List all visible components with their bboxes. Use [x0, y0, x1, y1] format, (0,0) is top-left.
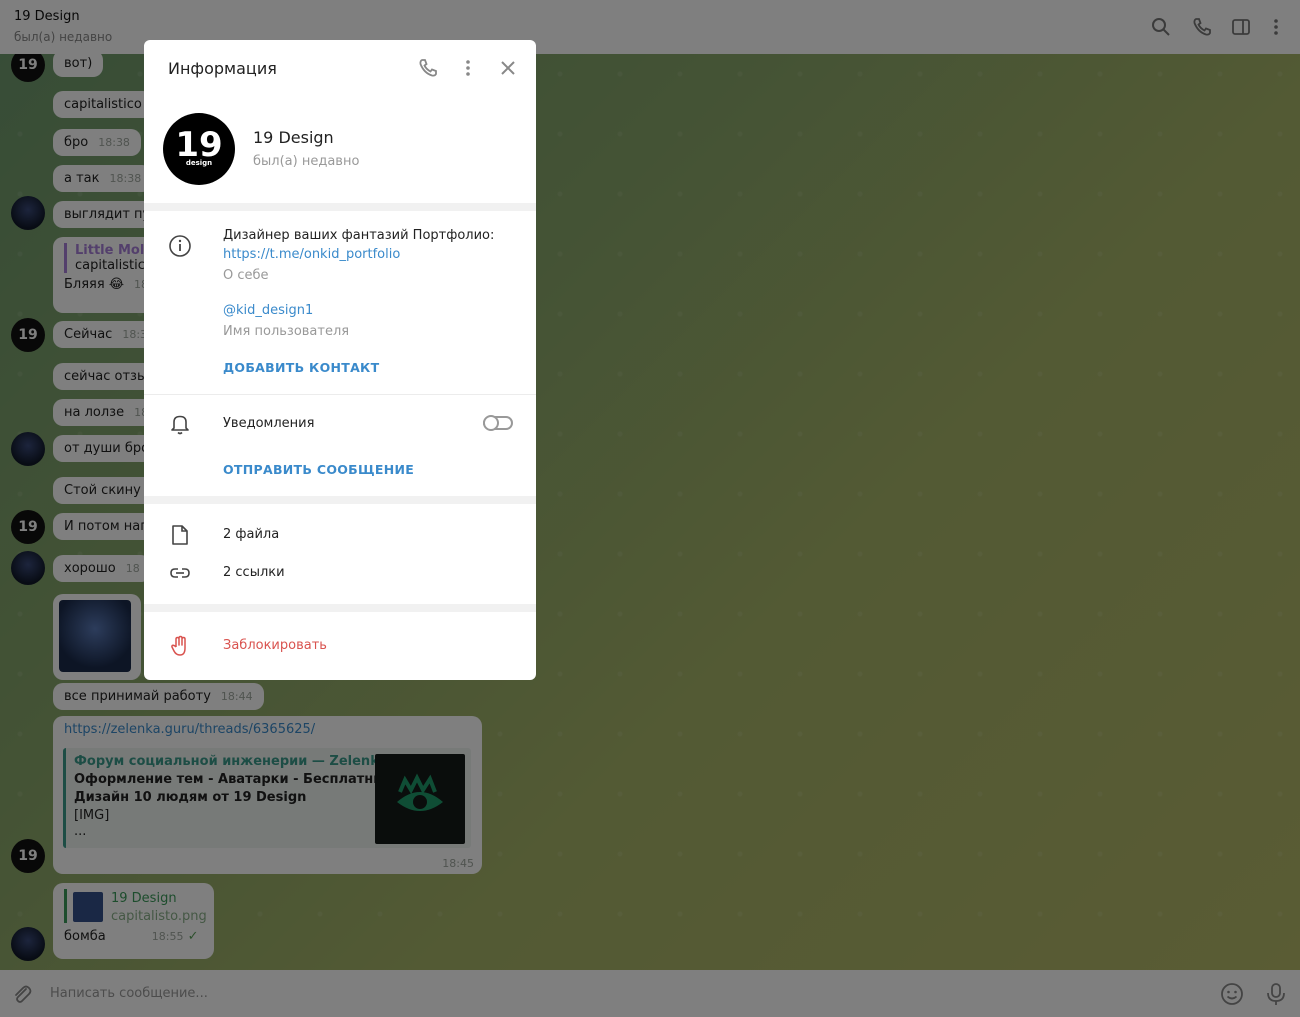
- more-vertical-icon[interactable]: [458, 58, 478, 78]
- bio-text: Дизайнер ваших фантазий Портфолио:: [223, 228, 495, 243]
- username-label: Имя пользователя: [223, 324, 350, 339]
- section-divider: [144, 604, 536, 612]
- avatar-logo-word: design: [185, 159, 213, 167]
- profile-status: был(а) недавно: [253, 154, 360, 169]
- block-button[interactable]: Заблокировать: [223, 638, 327, 653]
- username-link[interactable]: @kid_design1: [223, 303, 313, 318]
- profile-avatar[interactable]: 19 design: [163, 113, 235, 185]
- notifications-label: Уведомления: [223, 416, 315, 431]
- section-divider: [144, 496, 536, 504]
- bio-label: О себе: [223, 268, 269, 283]
- bio-link[interactable]: https://t.me/onkid_portfolio: [223, 247, 400, 262]
- profile-name: 19 Design: [253, 128, 334, 147]
- file-icon: [172, 525, 188, 545]
- close-icon[interactable]: [498, 58, 518, 78]
- toggle-knob: [483, 415, 499, 431]
- dialog-title: Информация: [168, 59, 277, 78]
- notifications-toggle[interactable]: [483, 415, 513, 431]
- link-icon: [170, 568, 190, 578]
- info-icon: [169, 235, 191, 257]
- hand-stop-icon: [171, 635, 186, 656]
- links-item[interactable]: 2 ссылки: [223, 565, 285, 580]
- add-contact-button[interactable]: ДОБАВИТЬ КОНТАКТ: [223, 360, 379, 375]
- info-dialog: Информация 19 design 19 Design был(а) не…: [144, 40, 536, 680]
- send-message-button[interactable]: ОТПРАВИТЬ СООБЩЕНИЕ: [223, 462, 414, 477]
- bell-icon: [171, 415, 189, 435]
- files-item[interactable]: 2 файла: [223, 527, 279, 542]
- section-divider: [144, 203, 536, 211]
- phone-icon[interactable]: [418, 58, 438, 78]
- row-divider: [144, 394, 536, 395]
